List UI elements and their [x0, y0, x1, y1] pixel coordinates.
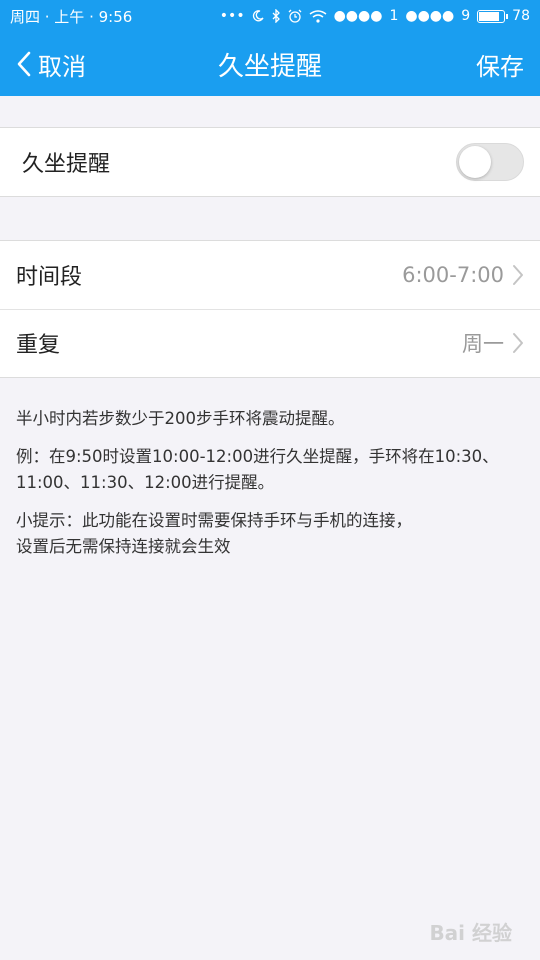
- time-period-label: 时间段: [16, 265, 83, 290]
- repeat-row[interactable]: 重复 周一: [0, 309, 540, 377]
- chevron-right-icon: [512, 332, 524, 354]
- repeat-value: 周一: [462, 332, 504, 356]
- bluetooth-icon: [271, 9, 281, 23]
- reminder-label: 久坐提醒: [22, 152, 111, 177]
- signal-label-2: 9: [461, 8, 471, 24]
- time-period-row[interactable]: 时间段 6:00-7:00: [0, 241, 540, 309]
- more-dots-icon: •••: [219, 8, 245, 24]
- watermark: Bai 经验: [429, 921, 512, 945]
- signal-label-1: 1: [389, 8, 399, 24]
- alarm-icon: [288, 9, 302, 23]
- save-button[interactable]: 保存: [476, 32, 524, 96]
- repeat-label: 重复: [16, 333, 61, 358]
- nav-bar: 取消 久坐提醒 保存: [0, 32, 540, 96]
- reminder-toggle[interactable]: [456, 143, 524, 181]
- battery-icon: [477, 9, 509, 23]
- wifi-icon: [309, 9, 327, 23]
- page-title: 久坐提醒: [217, 51, 322, 82]
- status-time: 周四 · 上午 · 9:56: [10, 7, 133, 26]
- signal-dots-icon-2: ●●●●: [405, 8, 455, 24]
- chevron-right-icon: [512, 264, 524, 286]
- note-tip: 小提示：此功能在设置时需要保持手环与手机的连接， 设置后无需保持连接就会生效: [16, 508, 526, 560]
- time-period-value: 6:00-7:00: [402, 263, 504, 287]
- status-bar: 周四 · 上午 · 9:56 ••• ●●●● 1 ●●●● 9 78: [0, 0, 540, 32]
- note-tip-line2: 设置后无需保持连接就会生效: [16, 537, 231, 556]
- settings-group: 时间段 6:00-7:00 重复 周一: [0, 240, 540, 378]
- reminder-row: 久坐提醒: [0, 128, 540, 196]
- note-example: 例：在9:50时设置10:00-12:00进行久坐提醒，手环将在10:30、11…: [16, 447, 499, 492]
- status-icons: ••• ●●●● 1 ●●●● 9 78: [220, 8, 530, 24]
- toggle-knob: [459, 146, 491, 178]
- signal-dots-icon: ●●●●: [333, 8, 383, 24]
- note-rule: 半小时内若步数少于200步手环将震动提醒。: [16, 409, 345, 428]
- help-notes: 半小时内若步数少于200步手环将震动提醒。 例：在9:50时设置10:00-12…: [16, 406, 526, 572]
- reminder-group: 久坐提醒: [0, 127, 540, 197]
- note-tip-line1: 小提示：此功能在设置时需要保持手环与手机的连接，: [16, 511, 412, 530]
- moon-icon: [252, 10, 264, 22]
- battery-level: 78: [512, 8, 530, 24]
